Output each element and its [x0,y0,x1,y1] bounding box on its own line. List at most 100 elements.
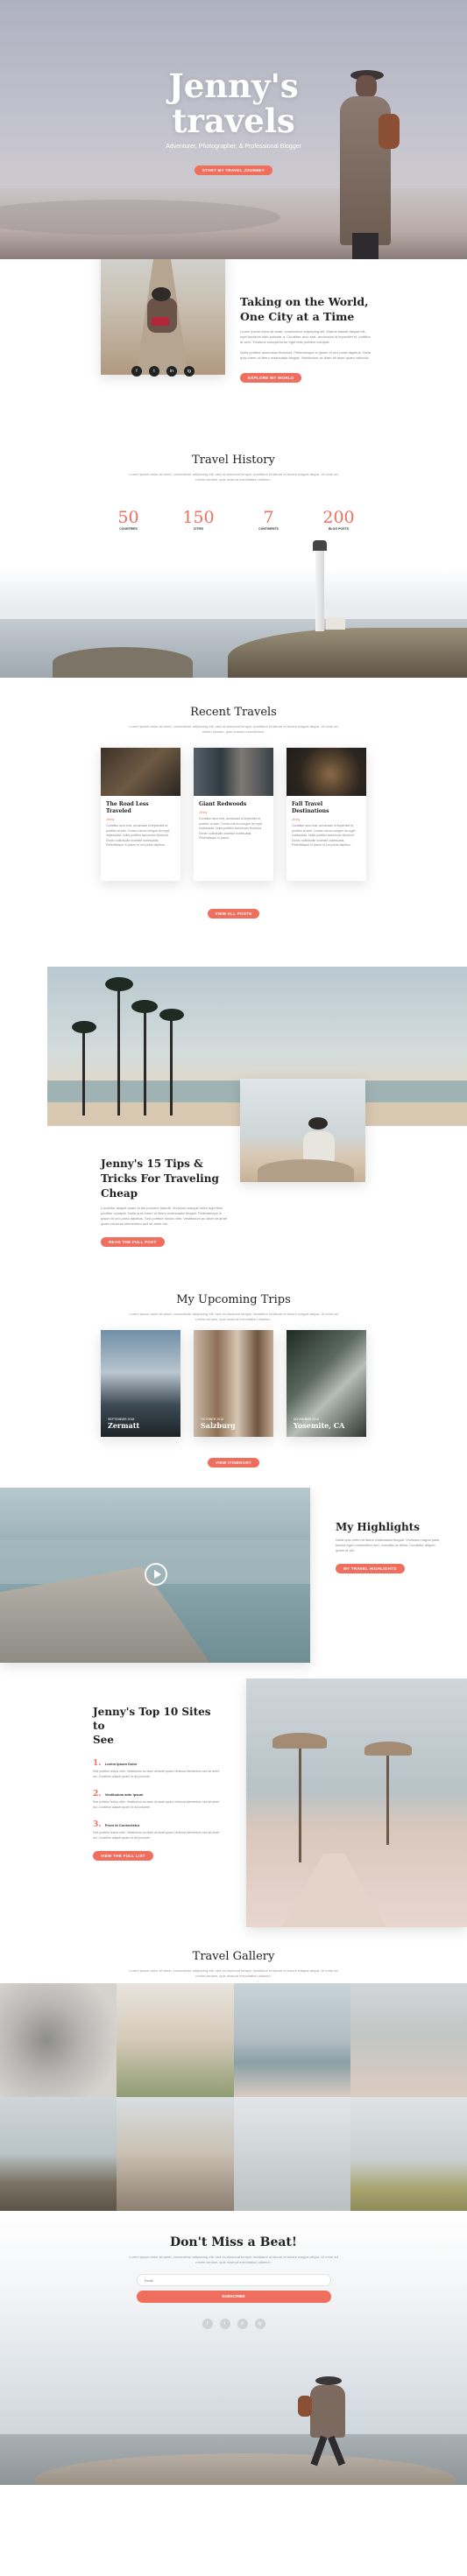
facebook-icon[interactable]: f [202,2319,213,2329]
highlights-title: My Highlights [336,1521,420,1533]
list-item: 1. Lorem Ipsum Dolor Sed porttitor lectu… [93,1759,219,1778]
lighthouse-photo [0,540,467,678]
post-meta: Jenny [199,811,208,814]
instagram-icon[interactable]: ig [254,2319,265,2329]
post-image [287,748,366,796]
gallery-image[interactable] [233,2097,350,2211]
post-title[interactable]: Giant Redwoods [199,801,268,808]
about-photo-card: f t in ig [101,259,225,377]
linkedin-icon[interactable]: in [166,366,177,377]
tips-title-line1: Jenny's 15 Tips & [101,1158,203,1170]
gallery-image[interactable] [117,1983,234,2097]
post-excerpt: Curabitur arcu erat, accumsan id imperdi… [292,824,356,847]
trip-city: Yosemite, CA [294,1421,345,1430]
tips-section: Jenny's 15 Tips & Tricks For Traveling C… [0,967,467,1272]
stat-cities: 150 Cities [182,508,215,531]
top10-title-line1: Jenny's Top 10 Sites to [93,1706,211,1732]
tips-title-line3: Cheap [101,1187,138,1200]
hero-section: Jenny's travels Adventurer, Photographer… [0,0,467,259]
upcoming-trips-section: My Upcoming Trips Lorem ipsum dolor sit … [0,1272,467,1488]
post-card[interactable]: Giant Redwoods Jenny Curabitur arcu erat… [194,748,273,881]
newsletter-photo [0,2376,467,2485]
about-photo [101,259,225,375]
stat-blog-posts: 200 Blog Posts [322,508,355,531]
tips-photo-card [240,1079,365,1182]
highlights-body: Nulla quis lorem ut libero malesuada feu… [336,1538,441,1552]
tips-title-line2: Tricks For Traveling [101,1172,219,1185]
newsletter-title: Don't Miss a Beat! [169,2235,298,2249]
explore-world-button[interactable]: Explore My World [240,373,302,383]
trip-card-yosemite[interactable]: November 2018 Yosemite, CA [287,1330,366,1437]
about-social-row: f t in ig [101,361,225,377]
post-card[interactable]: Fall Travel Destinations Jenny Curabitur… [287,748,366,881]
history-title: Travel History [192,454,275,467]
gallery-image[interactable] [350,2097,467,2211]
trip-city: Salzburg [201,1421,236,1430]
twitter-icon[interactable]: t [149,366,159,377]
about-title-line2: One City at a Time [240,310,355,323]
list-item: 2. Vestibulum ante ipsum Sed porttitor l… [93,1790,219,1809]
recent-posts-row: The Road Less Traveled Jenny Curabitur a… [101,748,366,881]
about-para-2: Nulla porttitor accumsan tincidunt. Pell… [240,350,371,360]
read-full-post-button[interactable]: Read The Full Post [101,1237,165,1247]
stat-countries: 50 Countries [117,508,139,531]
play-icon[interactable] [145,1563,167,1586]
post-excerpt: Curabitur arcu erat, accumsan id imperdi… [199,817,263,840]
gallery-image[interactable] [233,1983,350,2097]
about-para-1: Lorem ipsum dolor sit amet, consectetur … [240,329,371,344]
about-section: f t in ig Taking on the World, One City at … [0,259,467,431]
hero-title-line2: travels [172,102,295,140]
newsletter-section: Don't Miss a Beat! Lorem ipsum dolor sit… [0,2211,467,2485]
post-image [101,748,180,796]
linkedin-icon[interactable]: in [237,2319,248,2329]
list-item: 3. Proin Id Consectetur Sed porttitor le… [93,1820,219,1840]
newsletter-lead: Lorem ipsum dolor sit amet, consectetur … [129,2255,338,2264]
stat-continents: 7 Continents [258,508,279,531]
recent-title: Recent Travels [190,706,277,719]
post-image [194,748,273,796]
gallery-section: Travel Gallery Lorem ipsum dolor sit ame… [0,1943,467,2211]
post-card[interactable]: The Road Less Traveled Jenny Curabitur a… [101,748,180,881]
travel-history-section: Travel History Lorem ipsum dolor sit ame… [0,431,467,678]
travel-highlights-button[interactable]: My Travel Highlights [336,1564,405,1573]
gallery-image[interactable] [0,2097,117,2211]
trip-card-zermatt[interactable]: September 2018 Zermatt [101,1330,180,1437]
gallery-image[interactable] [117,2097,234,2211]
top-10-section: Jenny's Top 10 Sites to See 1. Lorem Ips… [0,1679,467,1943]
post-title[interactable]: Fall Travel Destinations [292,801,361,815]
view-full-list-button[interactable]: View the Full List [93,1851,153,1861]
tips-body: Curabitur aliquet quam id dui posuere bl… [101,1206,228,1226]
trips-title: My Upcoming Trips [176,1293,291,1306]
gallery-grid [0,1983,467,2211]
top10-list: 1. Lorem Ipsum Dolor Sed porttitor lectu… [93,1754,224,1841]
top10-title-line2: See [93,1734,114,1746]
view-itinerary-button[interactable]: View Itinerary [207,1458,260,1467]
recent-travels-section: Recent Travels Lorem ipsum dolor sit ame… [0,678,467,967]
post-meta: Jenny [292,818,301,821]
trips-row: September 2018 Zermatt October 2018 Salz… [101,1330,366,1437]
highlights-video[interactable] [0,1488,310,1663]
highlights-section: My Highlights Nulla quis lorem ut libero… [0,1488,467,1679]
gallery-image[interactable] [0,1983,117,2097]
facebook-icon[interactable]: f [131,366,142,377]
post-title[interactable]: The Road Less Traveled [106,801,175,815]
post-meta: Jenny [106,818,115,821]
trip-city: Zermatt [108,1421,140,1430]
gallery-lead: Lorem ipsum dolor sit amet, consectetur … [129,1968,338,1978]
view-all-posts-button[interactable]: View All Posts [207,909,260,918]
gallery-title: Travel Gallery [192,1950,275,1963]
gallery-image[interactable] [350,1983,467,2097]
start-journey-button[interactable]: Start My Travel Journey [194,165,273,175]
email-input[interactable] [136,2274,331,2286]
hero-subtitle: Adventurer, Photographer, & Professional… [166,144,301,150]
post-excerpt: Curabitur arcu erat, accumsan id imperdi… [106,824,170,847]
hero-title-line1: Jenny's [168,67,299,105]
subscribe-button[interactable]: Subscribe [136,2291,331,2303]
twitter-icon[interactable]: t [219,2319,230,2329]
recent-lead: Lorem ipsum dolor sit amet, consectetur … [129,724,338,734]
trip-card-salzburg[interactable]: October 2018 Salzburg [194,1330,273,1437]
stats-row: 50 Countries 150 Cities 7 Continents 200… [0,508,467,531]
newsletter-social-row: f t in ig [0,2313,467,2329]
instagram-icon[interactable]: ig [184,366,195,377]
tips-photo [240,1079,365,1182]
